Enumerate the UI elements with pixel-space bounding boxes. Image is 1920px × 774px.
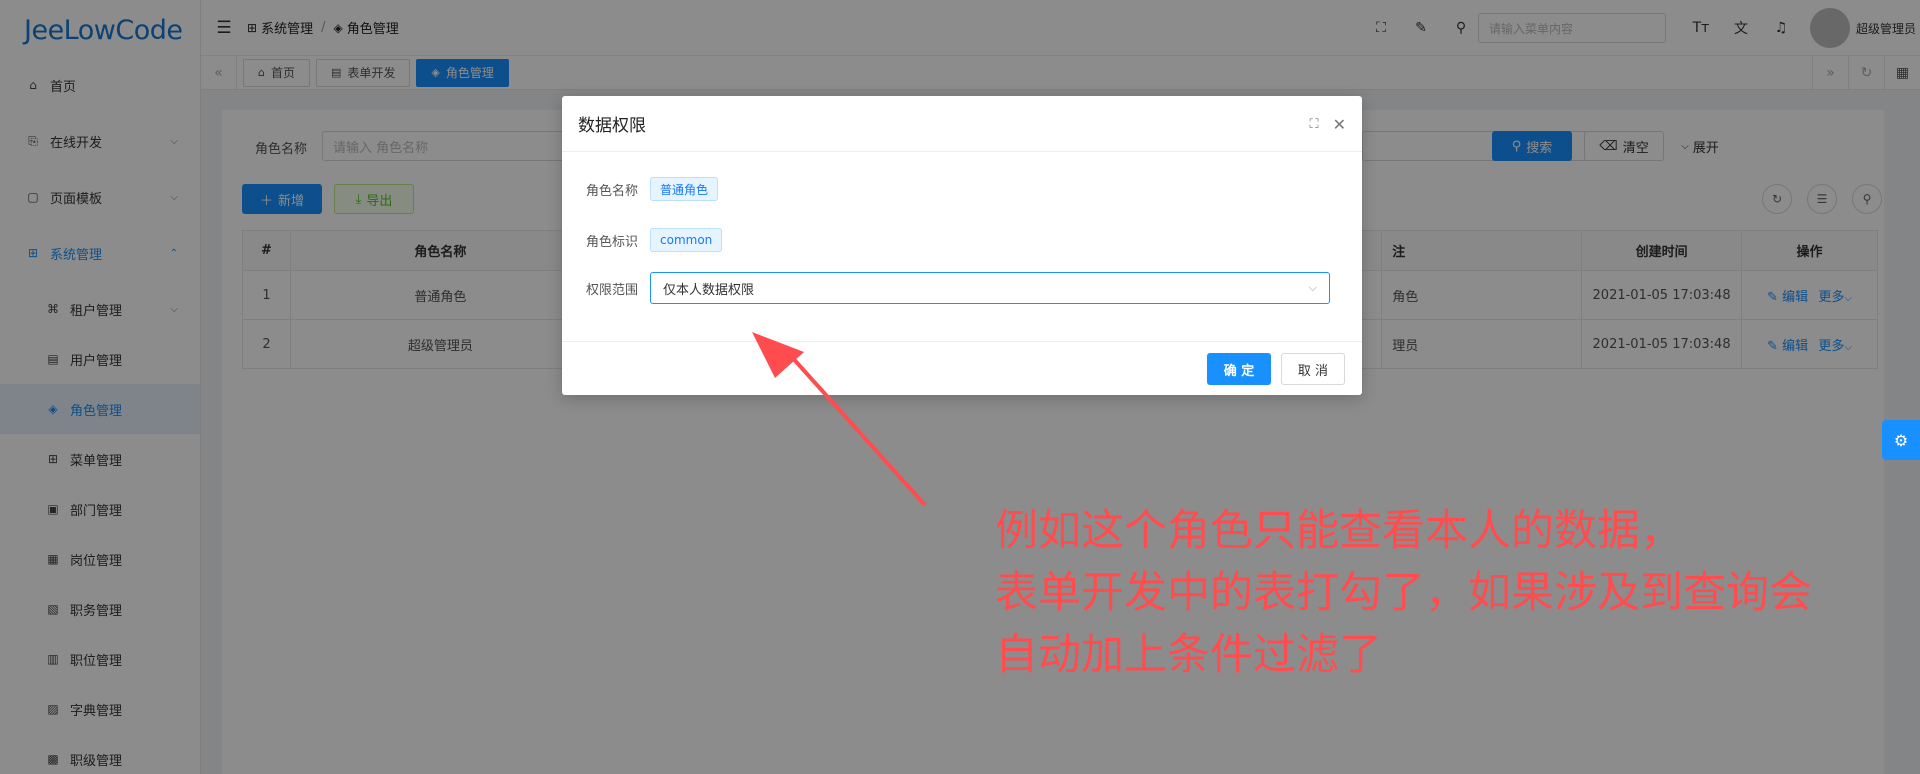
modal-title: 数据权限 <box>578 116 646 136</box>
annotation-line: 例如这个角色只能查看本人的数据， <box>995 506 1683 556</box>
scope-select-value: 仅本人数据权限 <box>663 282 755 298</box>
scope-select[interactable]: 仅本人数据权限 ⌵ <box>650 272 1330 304</box>
modal-header: 数据权限 ⛶ ✕ <box>562 96 1362 152</box>
form-row-role-key: 角色标识 common <box>562 228 723 252</box>
form-row-role-name: 角色名称 普通角色 <box>562 177 719 201</box>
confirm-button-label: 确 定 <box>1223 363 1255 379</box>
role-key-label: 角色标识 <box>585 234 638 250</box>
modal-footer: 确 定 取 消 <box>562 341 1362 395</box>
role-key-tag: common <box>650 228 723 252</box>
role-name-label: 角色名称 <box>585 183 638 199</box>
cancel-button[interactable]: 取 消 <box>1281 353 1345 385</box>
annotation-line: 表单开发中的表打勾了，如果涉及到查询会 <box>995 568 1812 618</box>
confirm-button[interactable]: 确 定 <box>1207 353 1271 385</box>
cancel-button-label: 取 消 <box>1297 363 1329 379</box>
scope-label: 权限范围 <box>585 282 638 298</box>
close-icon[interactable]: ✕ <box>1333 115 1346 134</box>
annotation-text: 例如这个角色只能查看本人的数据， 表单开发中的表打勾了，如果涉及到查询会 自动加… <box>995 500 1812 686</box>
gear-icon[interactable]: ⚙ <box>1882 420 1920 460</box>
annotation-line: 自动加上条件过滤了 <box>995 630 1382 680</box>
role-name-tag: 普通角色 <box>650 177 719 201</box>
data-permission-modal: 数据权限 ⛶ ✕ 角色名称 普通角色 角色标识 common 权限范围 仅本人数… <box>562 96 1362 395</box>
chevron-down-icon: ⌵ <box>1308 281 1317 294</box>
fullscreen-icon[interactable]: ⛶ <box>1309 117 1318 132</box>
form-row-scope: 权限范围 仅本人数据权限 ⌵ <box>562 272 1330 304</box>
